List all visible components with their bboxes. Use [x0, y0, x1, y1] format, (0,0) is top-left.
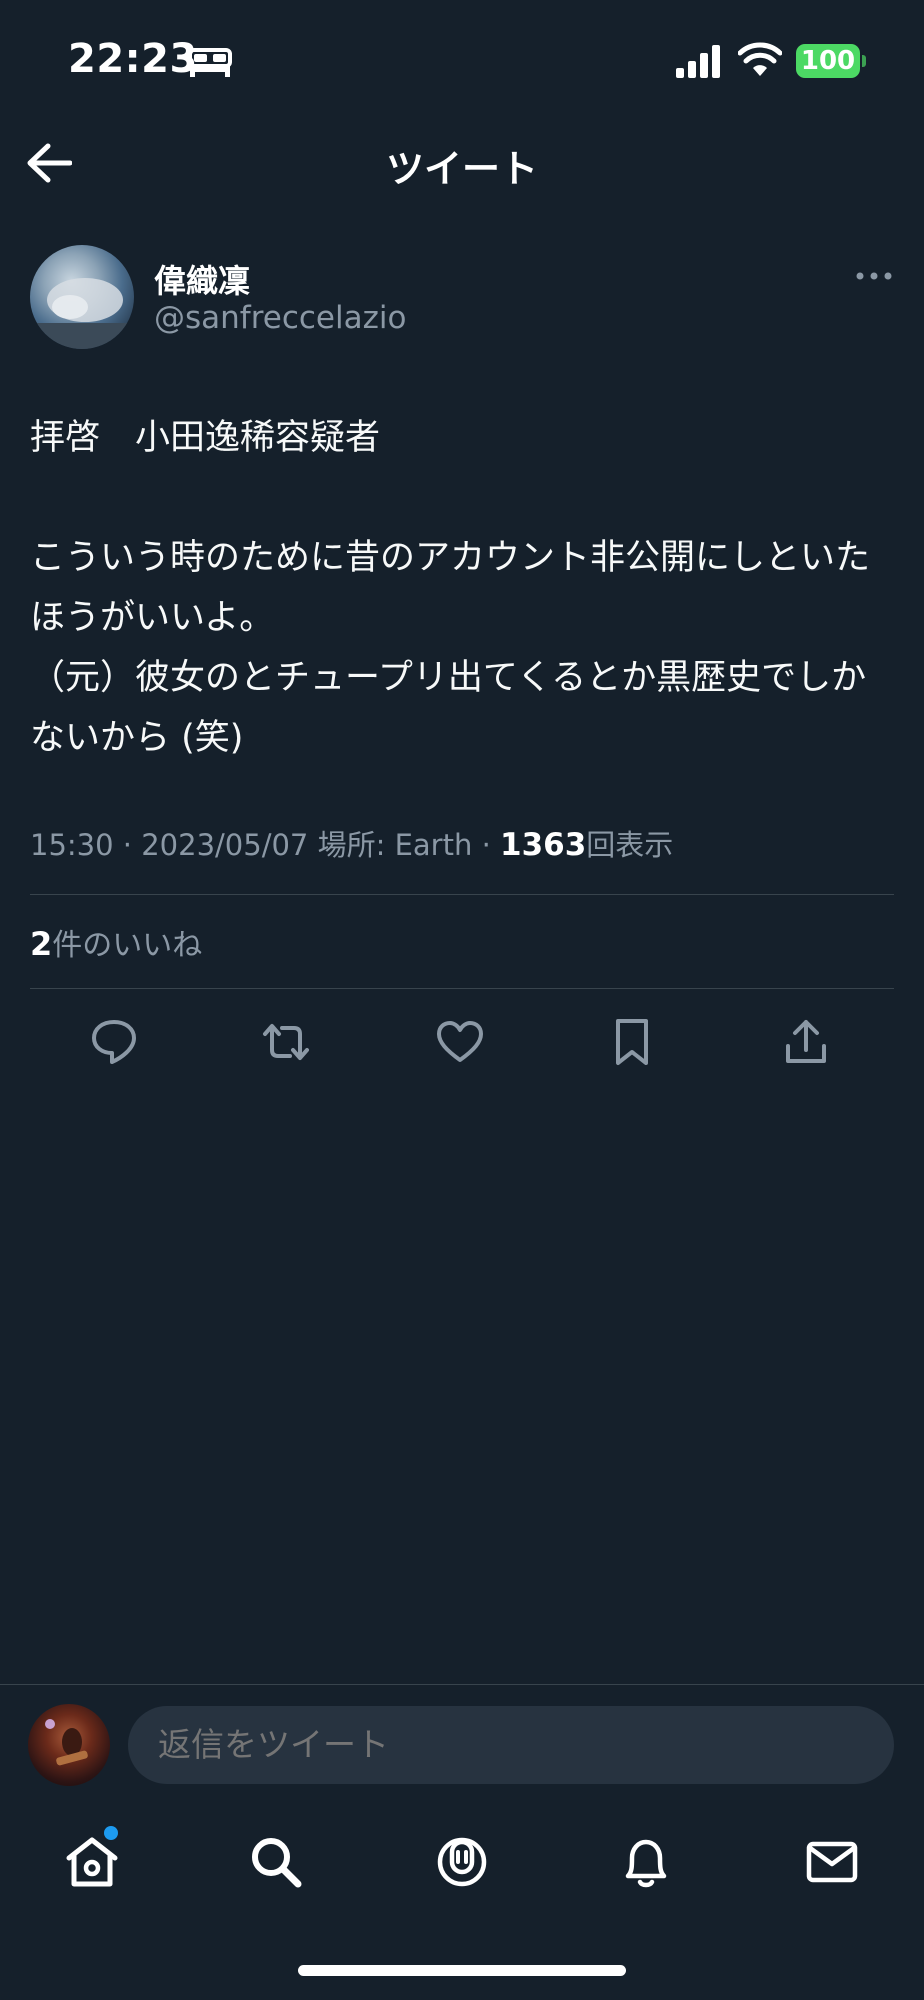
- wifi-icon: [738, 42, 782, 76]
- page-title: ツイート: [385, 147, 538, 191]
- divider: [30, 894, 894, 895]
- notifications-icon[interactable]: [618, 1834, 674, 1890]
- tweet-text: 拝啓 小田逸稀容疑者 こういう時のために昔のアカウント非公開にしといたほうがいい…: [30, 418, 871, 758]
- share-icon[interactable]: [780, 1016, 832, 1068]
- messages-icon[interactable]: [804, 1834, 860, 1890]
- like-count: 2: [30, 925, 53, 963]
- cellular-signal-icon: [676, 45, 720, 78]
- view-count: 1363: [500, 827, 587, 863]
- author-handle[interactable]: @sanfreccelazio: [154, 300, 406, 336]
- notification-dot: [104, 1826, 118, 1840]
- bed-icon: [188, 48, 232, 77]
- home-indicator[interactable]: [298, 1965, 626, 1976]
- divider: [30, 988, 894, 989]
- reply-input[interactable]: [128, 1706, 894, 1784]
- battery-icon: 100: [796, 44, 860, 78]
- battery-tip: [862, 55, 866, 67]
- retweet-icon[interactable]: [260, 1016, 312, 1068]
- like-label: 件のいいね: [52, 928, 203, 963]
- likes-summary[interactable]: 2件のいいね: [30, 920, 202, 964]
- bookmark-icon[interactable]: [606, 1016, 658, 1068]
- view-label: 回表示: [586, 828, 674, 862]
- tweet-timestamp: 15:30 · 2023/05/07 場所: Earth ·: [30, 828, 501, 862]
- tweet-meta: 15:30 · 2023/05/07 場所: Earth · 1363回表示: [30, 822, 673, 864]
- spaces-icon[interactable]: [434, 1834, 490, 1890]
- reply-divider: [0, 1684, 924, 1685]
- reply-icon[interactable]: [88, 1016, 140, 1068]
- home-icon[interactable]: [64, 1834, 120, 1890]
- status-time: 22:23: [68, 36, 198, 82]
- author-avatar[interactable]: [30, 245, 134, 349]
- more-options-icon[interactable]: [854, 262, 894, 290]
- author-name[interactable]: 偉織凜: [154, 256, 250, 302]
- like-icon[interactable]: [434, 1016, 486, 1068]
- user-avatar-image: [45, 1719, 88, 1766]
- avatar-image: [30, 278, 134, 349]
- user-avatar[interactable]: [28, 1704, 110, 1786]
- search-icon[interactable]: [248, 1834, 304, 1890]
